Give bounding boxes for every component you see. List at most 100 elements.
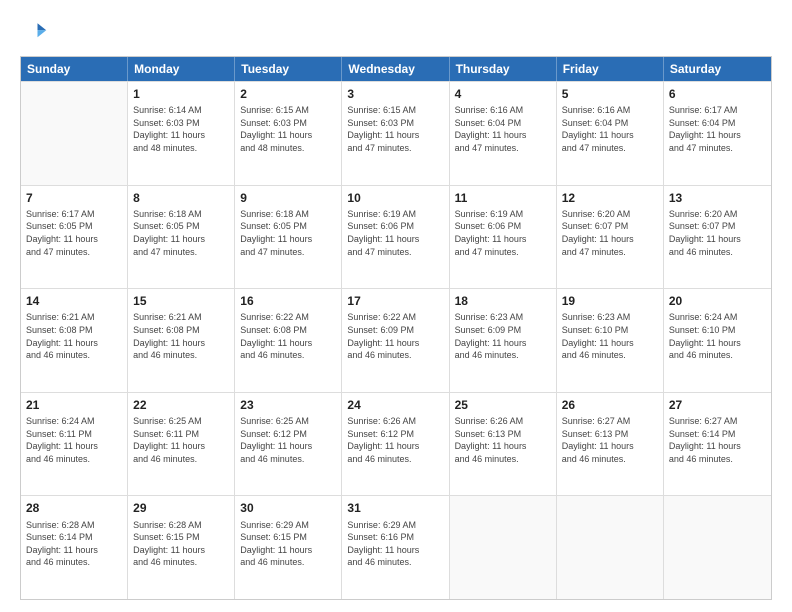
day-number: 31 [347, 500, 443, 516]
day-number: 8 [133, 190, 229, 206]
cell-info: Sunrise: 6:21 AM Sunset: 6:08 PM Dayligh… [26, 311, 122, 361]
weekday-header-saturday: Saturday [664, 57, 771, 81]
cell-info: Sunrise: 6:24 AM Sunset: 6:11 PM Dayligh… [26, 415, 122, 465]
day-number: 13 [669, 190, 766, 206]
calendar-cell-r0-c4: 4Sunrise: 6:16 AM Sunset: 6:04 PM Daylig… [450, 82, 557, 185]
cell-info: Sunrise: 6:22 AM Sunset: 6:08 PM Dayligh… [240, 311, 336, 361]
cell-info: Sunrise: 6:27 AM Sunset: 6:14 PM Dayligh… [669, 415, 766, 465]
cell-info: Sunrise: 6:15 AM Sunset: 6:03 PM Dayligh… [240, 104, 336, 154]
calendar-cell-r4-c2: 30 Sunrise: 6:29 AM Sunset: 6:15 PM Dayli… [235, 496, 342, 599]
day-number: 11 [455, 190, 551, 206]
weekday-header-monday: Monday [128, 57, 235, 81]
calendar-cell-r1-c3: 10 Sunrise: 6:19 AM Sunset: 6:06 PM Dayli… [342, 186, 449, 289]
day-number: 20 [669, 293, 766, 309]
calendar-cell-r4-c5 [557, 496, 664, 599]
weekday-header-wednesday: Wednesday [342, 57, 449, 81]
day-number: 29 [133, 500, 229, 516]
cell-info: Sunrise: 6:29 AM Sunset: 6:16 PM Dayligh… [347, 519, 443, 569]
day-number: 22 [133, 397, 229, 413]
calendar-cell-r2-c2: 16Sunrise: 6:22 AM Sunset: 6:08 PM Dayli… [235, 289, 342, 392]
calendar-row-4: 28 Sunrise: 6:28 AM Sunset: 6:14 PM Dayli… [21, 495, 771, 599]
day-number: 25 [455, 397, 551, 413]
day-number: 23 [240, 397, 336, 413]
cell-info: Sunrise: 6:29 AM Sunset: 6:15 PM Dayligh… [240, 519, 336, 569]
day-number: 15 [133, 293, 229, 309]
calendar-cell-r4-c3: 31 Sunrise: 6:29 AM Sunset: 6:16 PM Dayli… [342, 496, 449, 599]
calendar-cell-r2-c3: 17 Sunrise: 6:22 AM Sunset: 6:09 PM Dayli… [342, 289, 449, 392]
calendar-header: SundayMondayTuesdayWednesdayThursdayFrid… [21, 57, 771, 81]
day-number: 19 [562, 293, 658, 309]
calendar-cell-r2-c0: 14 Sunrise: 6:21 AM Sunset: 6:08 PM Dayli… [21, 289, 128, 392]
logo [20, 18, 52, 46]
day-number: 26 [562, 397, 658, 413]
calendar-cell-r1-c5: 12 Sunrise: 6:20 AM Sunset: 6:07 PM Dayli… [557, 186, 664, 289]
cell-info: Sunrise: 6:20 AM Sunset: 6:07 PM Dayligh… [669, 208, 766, 258]
calendar-cell-r3-c2: 23 Sunrise: 6:25 AM Sunset: 6:12 PM Dayli… [235, 393, 342, 496]
cell-info: Sunrise: 6:18 AM Sunset: 6:05 PM Dayligh… [133, 208, 229, 258]
calendar-cell-r1-c4: 11 Sunrise: 6:19 AM Sunset: 6:06 PM Dayli… [450, 186, 557, 289]
calendar-cell-r3-c5: 26 Sunrise: 6:27 AM Sunset: 6:13 PM Dayli… [557, 393, 664, 496]
calendar-cell-r3-c6: 27Sunrise: 6:27 AM Sunset: 6:14 PM Dayli… [664, 393, 771, 496]
weekday-header-sunday: Sunday [21, 57, 128, 81]
cell-info: Sunrise: 6:16 AM Sunset: 6:04 PM Dayligh… [562, 104, 658, 154]
day-number: 12 [562, 190, 658, 206]
day-number: 17 [347, 293, 443, 309]
cell-info: Sunrise: 6:17 AM Sunset: 6:05 PM Dayligh… [26, 208, 122, 258]
day-number: 10 [347, 190, 443, 206]
day-number: 14 [26, 293, 122, 309]
calendar-cell-r0-c6: 6Sunrise: 6:17 AM Sunset: 6:04 PM Daylig… [664, 82, 771, 185]
cell-info: Sunrise: 6:24 AM Sunset: 6:10 PM Dayligh… [669, 311, 766, 361]
day-number: 30 [240, 500, 336, 516]
page: SundayMondayTuesdayWednesdayThursdayFrid… [0, 0, 792, 612]
cell-info: Sunrise: 6:26 AM Sunset: 6:12 PM Dayligh… [347, 415, 443, 465]
day-number: 18 [455, 293, 551, 309]
calendar-cell-r3-c4: 25 Sunrise: 6:26 AM Sunset: 6:13 PM Dayli… [450, 393, 557, 496]
calendar-row-1: 7 Sunrise: 6:17 AM Sunset: 6:05 PM Daylig… [21, 185, 771, 289]
calendar-cell-r0-c3: 3Sunrise: 6:15 AM Sunset: 6:03 PM Daylig… [342, 82, 449, 185]
cell-info: Sunrise: 6:23 AM Sunset: 6:09 PM Dayligh… [455, 311, 551, 361]
calendar-cell-r4-c4 [450, 496, 557, 599]
cell-info: Sunrise: 6:19 AM Sunset: 6:06 PM Dayligh… [347, 208, 443, 258]
calendar-cell-r1-c1: 8 Sunrise: 6:18 AM Sunset: 6:05 PM Daylig… [128, 186, 235, 289]
calendar-cell-r0-c0 [21, 82, 128, 185]
calendar: SundayMondayTuesdayWednesdayThursdayFrid… [20, 56, 772, 600]
cell-info: Sunrise: 6:28 AM Sunset: 6:14 PM Dayligh… [26, 519, 122, 569]
weekday-header-thursday: Thursday [450, 57, 557, 81]
calendar-cell-r1-c6: 13 Sunrise: 6:20 AM Sunset: 6:07 PM Dayli… [664, 186, 771, 289]
cell-info: Sunrise: 6:19 AM Sunset: 6:06 PM Dayligh… [455, 208, 551, 258]
calendar-cell-r1-c2: 9Sunrise: 6:18 AM Sunset: 6:05 PM Daylig… [235, 186, 342, 289]
calendar-cell-r2-c4: 18 Sunrise: 6:23 AM Sunset: 6:09 PM Dayli… [450, 289, 557, 392]
day-number: 21 [26, 397, 122, 413]
calendar-cell-r0-c2: 2Sunrise: 6:15 AM Sunset: 6:03 PM Daylig… [235, 82, 342, 185]
calendar-cell-r0-c5: 5 Sunrise: 6:16 AM Sunset: 6:04 PM Daylig… [557, 82, 664, 185]
calendar-row-2: 14 Sunrise: 6:21 AM Sunset: 6:08 PM Dayli… [21, 288, 771, 392]
day-number: 1 [133, 86, 229, 102]
cell-info: Sunrise: 6:22 AM Sunset: 6:09 PM Dayligh… [347, 311, 443, 361]
calendar-cell-r3-c1: 22 Sunrise: 6:25 AM Sunset: 6:11 PM Dayli… [128, 393, 235, 496]
day-number: 5 [562, 86, 658, 102]
cell-info: Sunrise: 6:21 AM Sunset: 6:08 PM Dayligh… [133, 311, 229, 361]
calendar-row-0: 1Sunrise: 6:14 AM Sunset: 6:03 PM Daylig… [21, 81, 771, 185]
weekday-header-tuesday: Tuesday [235, 57, 342, 81]
cell-info: Sunrise: 6:23 AM Sunset: 6:10 PM Dayligh… [562, 311, 658, 361]
calendar-cell-r4-c6 [664, 496, 771, 599]
header [20, 18, 772, 46]
calendar-cell-r3-c3: 24Sunrise: 6:26 AM Sunset: 6:12 PM Dayli… [342, 393, 449, 496]
day-number: 9 [240, 190, 336, 206]
day-number: 3 [347, 86, 443, 102]
logo-icon [20, 18, 48, 46]
cell-info: Sunrise: 6:25 AM Sunset: 6:12 PM Dayligh… [240, 415, 336, 465]
calendar-cell-r2-c5: 19 Sunrise: 6:23 AM Sunset: 6:10 PM Dayli… [557, 289, 664, 392]
day-number: 28 [26, 500, 122, 516]
calendar-cell-r1-c0: 7 Sunrise: 6:17 AM Sunset: 6:05 PM Daylig… [21, 186, 128, 289]
cell-info: Sunrise: 6:17 AM Sunset: 6:04 PM Dayligh… [669, 104, 766, 154]
cell-info: Sunrise: 6:20 AM Sunset: 6:07 PM Dayligh… [562, 208, 658, 258]
calendar-body: 1Sunrise: 6:14 AM Sunset: 6:03 PM Daylig… [21, 81, 771, 599]
calendar-cell-r4-c0: 28 Sunrise: 6:28 AM Sunset: 6:14 PM Dayli… [21, 496, 128, 599]
cell-info: Sunrise: 6:26 AM Sunset: 6:13 PM Dayligh… [455, 415, 551, 465]
day-number: 7 [26, 190, 122, 206]
calendar-cell-r4-c1: 29Sunrise: 6:28 AM Sunset: 6:15 PM Dayli… [128, 496, 235, 599]
cell-info: Sunrise: 6:25 AM Sunset: 6:11 PM Dayligh… [133, 415, 229, 465]
calendar-cell-r3-c0: 21 Sunrise: 6:24 AM Sunset: 6:11 PM Dayli… [21, 393, 128, 496]
cell-info: Sunrise: 6:27 AM Sunset: 6:13 PM Dayligh… [562, 415, 658, 465]
